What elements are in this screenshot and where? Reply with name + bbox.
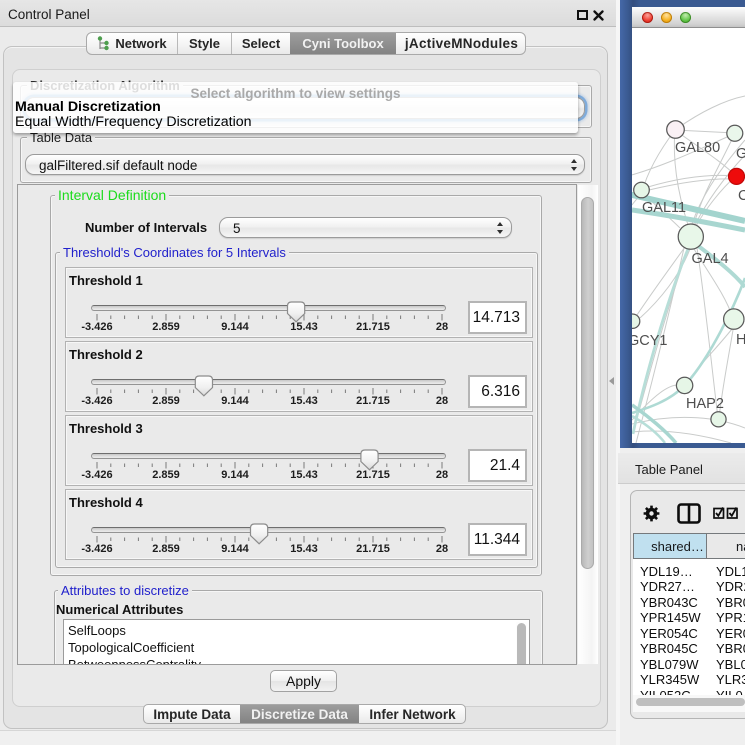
svg-text:GAL4: GAL4 bbox=[692, 251, 729, 267]
svg-text:C: C bbox=[738, 188, 745, 204]
svg-text:GAL80: GAL80 bbox=[675, 140, 720, 156]
svg-text:GAL11: GAL11 bbox=[642, 200, 686, 216]
svg-text:GA: GA bbox=[736, 146, 745, 162]
svg-text:HAP2: HAP2 bbox=[686, 396, 724, 412]
svg-text:H: H bbox=[736, 332, 745, 348]
svg-text:GCY1: GCY1 bbox=[632, 333, 668, 349]
